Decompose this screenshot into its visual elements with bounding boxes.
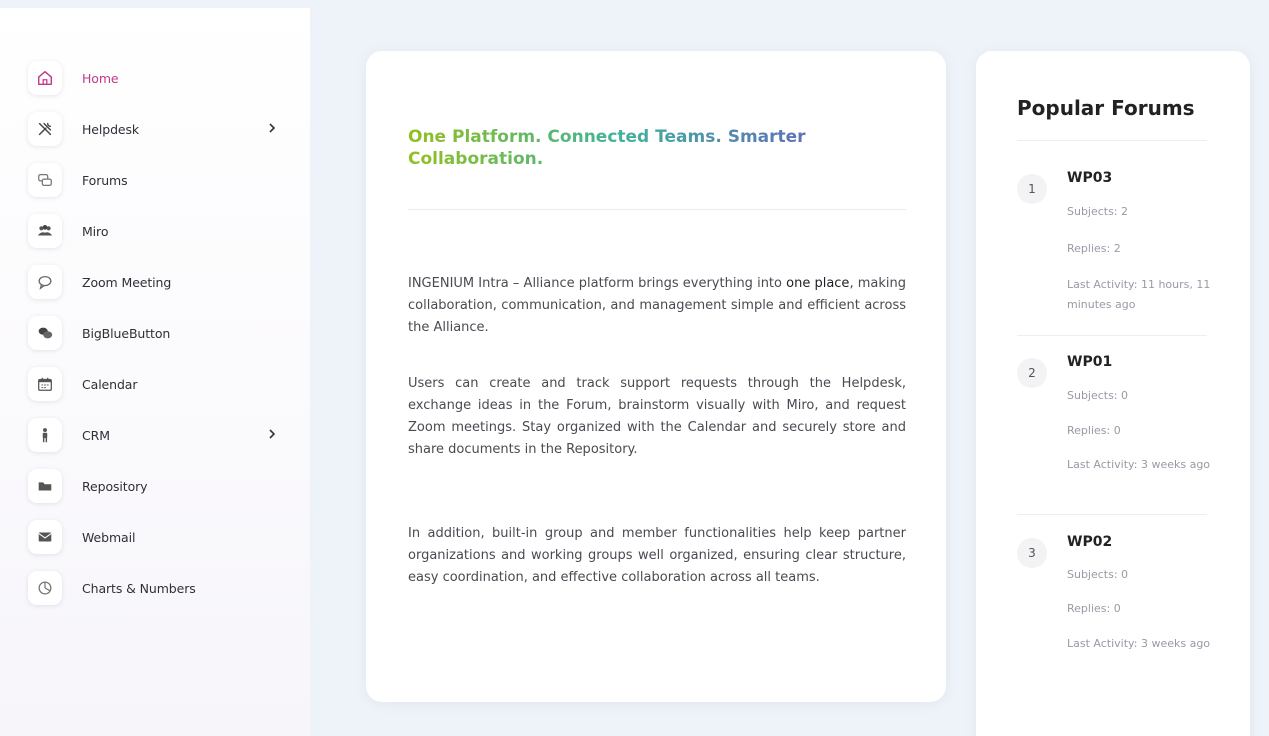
divider [1017,514,1207,515]
intro-emphasis: one place [786,276,850,291]
divider [1017,335,1207,336]
sidebar-item-bigbluebutton[interactable]: BigBlueButton [28,313,288,353]
popular-forums-title: Popular Forums [1017,96,1195,120]
forums-icon [28,163,62,197]
forum-last-activity: Last Activity: 3 weeks ago [1067,637,1211,650]
forum-last-activity: Last Activity: 11 hours, 11 minutes ago [1067,278,1211,311]
forum-name-link[interactable]: WP03 [1067,170,1112,186]
forum-rank: 1 [1017,174,1047,204]
sidebar-item-label: Zoom Meeting [82,274,172,290]
forum-name-link[interactable]: WP01 [1067,354,1112,370]
sidebar-item-crm[interactable]: CRM [28,415,288,455]
sidebar-item-label: BigBlueButton [82,325,171,341]
divider [408,209,906,210]
forum-last-activity: Last Activity: 3 weeks ago [1067,458,1211,471]
sidebar-item-label: Home [82,70,119,86]
sidebar-item-label: Repository [82,478,148,494]
intro-text: INGENIUM Intra – Alliance platform bring… [408,276,787,291]
intro-paragraph-1: INGENIUM Intra – Alliance platform bring… [408,273,906,339]
forum-rank: 3 [1017,538,1047,568]
forum-subjects: Subjects: 2 [1067,205,1129,218]
page-title: One Platform. Connected Teams. Smarter C… [408,126,878,170]
sidebar-item-label: Webmail [82,529,136,545]
intro-paragraph-3: In addition, built-in group and member f… [408,526,906,585]
sidebar-item-calendar[interactable]: Calendar [28,364,288,404]
bbb-icon [28,316,62,350]
sidebar-item-label: CRM [82,427,110,443]
sidebar: Home Helpdesk Forums Miro Zoom Meeting B… [0,8,310,736]
tools-icon [28,112,62,146]
sidebar-item-forums[interactable]: Forums [28,160,288,200]
sidebar-item-miro[interactable]: Miro [28,211,288,251]
sidebar-item-helpdesk[interactable]: Helpdesk [28,109,288,149]
mail-icon [28,520,62,554]
sidebar-item-zoom-meeting[interactable]: Zoom Meeting [28,262,288,302]
forum-rank: 2 [1017,358,1047,388]
group-icon [28,214,62,248]
sidebar-item-label: Charts & Numbers [82,580,196,596]
folder-icon [28,469,62,503]
chevron-right-icon[interactable] [265,427,279,441]
sidebar-item-webmail[interactable]: Webmail [28,517,288,557]
sidebar-item-label: Calendar [82,376,138,392]
sidebar-item-charts-numbers[interactable]: Charts & Numbers [28,568,288,608]
person-icon [28,418,62,452]
forum-name-link[interactable]: WP02 [1067,534,1112,550]
forum-replies: Replies: 0 [1067,424,1121,437]
home-icon [28,61,62,95]
sidebar-item-label: Miro [82,223,109,239]
chat-icon [28,265,62,299]
divider [1017,140,1207,141]
chart-icon [28,571,62,605]
intro-paragraph-2: Users can create and track support reque… [408,376,906,457]
forum-subjects: Subjects: 0 [1067,568,1129,581]
forum-subjects: Subjects: 0 [1067,389,1129,402]
sidebar-item-label: Helpdesk [82,121,140,137]
chevron-right-icon[interactable] [265,121,279,135]
sidebar-item-label: Forums [82,172,128,188]
forum-replies: Replies: 0 [1067,602,1121,615]
calendar-icon [28,367,62,401]
forum-replies: Replies: 2 [1067,242,1121,255]
sidebar-item-home[interactable]: Home [28,58,288,98]
sidebar-item-repository[interactable]: Repository [28,466,288,506]
